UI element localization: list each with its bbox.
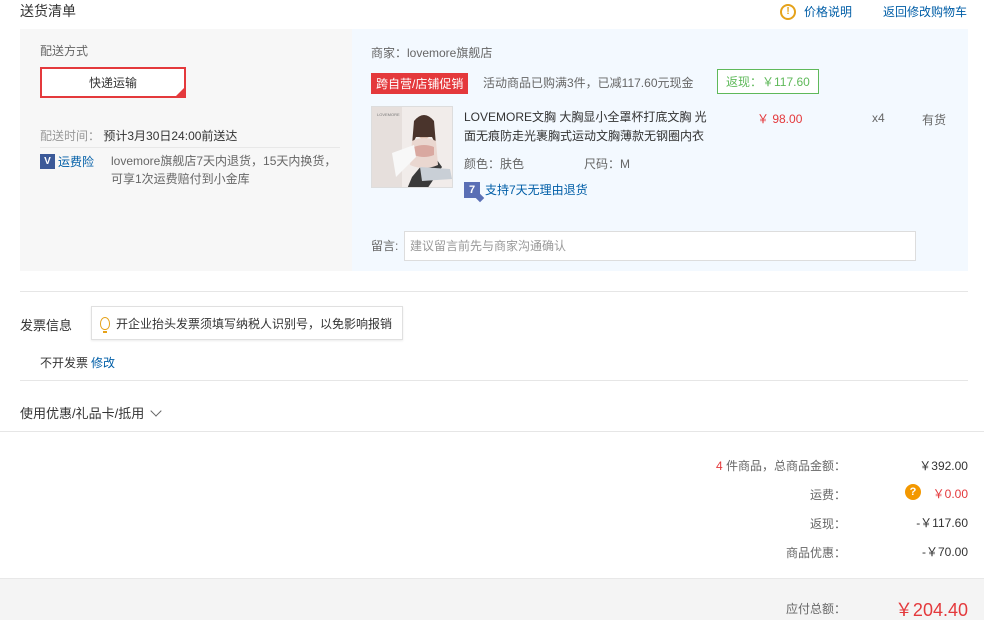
- seller-name: 商家：lovemore旗舰店: [371, 46, 493, 60]
- divider: [0, 431, 984, 432]
- divider: [20, 380, 968, 381]
- price-help-link[interactable]: ! 价格说明: [780, 3, 852, 20]
- goods-total-value: ￥392.00: [919, 459, 968, 473]
- item-count: 4: [715, 459, 723, 473]
- product-size: 尺码：M: [584, 157, 630, 171]
- back-to-cart-link[interactable]: 返回修改购物车: [883, 3, 967, 20]
- invoice-tip-text: 开企业抬头发票须填写纳税人识别号，以免影响报销: [116, 316, 393, 331]
- discount-label: 商品优惠：: [785, 546, 846, 560]
- cashback-badge: 返现：￥117.60: [717, 69, 819, 94]
- divider: [40, 147, 340, 148]
- page-title: 送货清单: [20, 3, 76, 19]
- freight-value: ￥0.00: [932, 487, 968, 501]
- divider: [20, 291, 968, 292]
- cashback-label: 返现：: [809, 517, 846, 531]
- delivery-time-value: 预计3月30日24:00前送达: [103, 129, 238, 143]
- shield-icon: V: [40, 154, 55, 169]
- invoice-title: 发票信息: [20, 318, 73, 333]
- invoice-tip: 开企业抬头发票须填写纳税人识别号，以免影响报销: [91, 306, 404, 340]
- product-stock-status: 有货: [922, 113, 947, 127]
- delivery-time: 配送时间： 预计3月30日24:00前送达: [40, 127, 237, 144]
- freight-insurance-label: 运费险: [58, 155, 95, 169]
- product-image-brand: LOVEMORE: [377, 112, 400, 117]
- payable-label: 应付总额：: [785, 602, 846, 616]
- note-input[interactable]: [404, 231, 916, 261]
- product-price: ￥ 98.00: [757, 112, 803, 126]
- coupon-label: 使用优惠/礼品卡/抵用: [20, 406, 145, 421]
- payable-value: ￥204.40: [894, 600, 968, 620]
- discount-value: -￥70.00: [921, 545, 968, 559]
- invoice-status: 不开发票: [40, 356, 89, 370]
- return-policy-link[interactable]: 7 支持7天无理由退货: [464, 181, 588, 198]
- seven-day-return-icon: 7: [464, 181, 480, 198]
- chevron-down-icon: [150, 404, 162, 417]
- lightbulb-icon: [100, 316, 110, 333]
- checkmark-icon: ✓: [176, 86, 183, 95]
- goods-total-label: 4 件商品，总商品金额：: [716, 457, 846, 474]
- invoice-edit-link[interactable]: 修改: [91, 354, 115, 371]
- cashback-value: -￥117.60: [916, 516, 968, 530]
- product-image[interactable]: LOVEMORE: [371, 106, 453, 188]
- return-policy-label: 支持7天无理由退货: [485, 183, 588, 197]
- freight-insurance-link[interactable]: V 运费险: [40, 153, 94, 170]
- promo-tag: 跨自营/店铺促销: [371, 73, 469, 94]
- goods-total-label-text: 件商品，总商品金额：: [722, 459, 846, 473]
- coupon-toggle[interactable]: 使用优惠/礼品卡/抵用: [20, 403, 162, 422]
- delivery-time-label: 配送时间：: [40, 129, 101, 143]
- help-icon[interactable]: ?: [905, 484, 921, 500]
- promo-description: 活动商品已购满3件，已减117.60元现金: [483, 76, 694, 90]
- info-icon: !: [780, 3, 796, 20]
- shipping-method-option[interactable]: 快递运输 ✓: [40, 67, 186, 98]
- product-photo-icon: LOVEMORE: [372, 107, 452, 187]
- product-quantity: x4: [872, 111, 885, 125]
- product-name-link[interactable]: LOVEMORE文胸 大胸显小全罩杯打底文胸 光面无痕防走光裹胸式运动文胸薄款无…: [464, 108, 710, 146]
- shipping-method-value: 快递运输: [88, 76, 137, 90]
- note-label: 留言:: [371, 239, 399, 253]
- shipping-method-label: 配送方式: [40, 44, 89, 58]
- freight-label: 运费：: [809, 488, 846, 502]
- freight-insurance-description: lovemore旗舰店7天内退货，15天内换货，可享1次运费赔付到小金库: [111, 154, 337, 186]
- product-color: 颜色：肤色: [464, 157, 525, 171]
- price-help-label: 价格说明: [804, 5, 853, 19]
